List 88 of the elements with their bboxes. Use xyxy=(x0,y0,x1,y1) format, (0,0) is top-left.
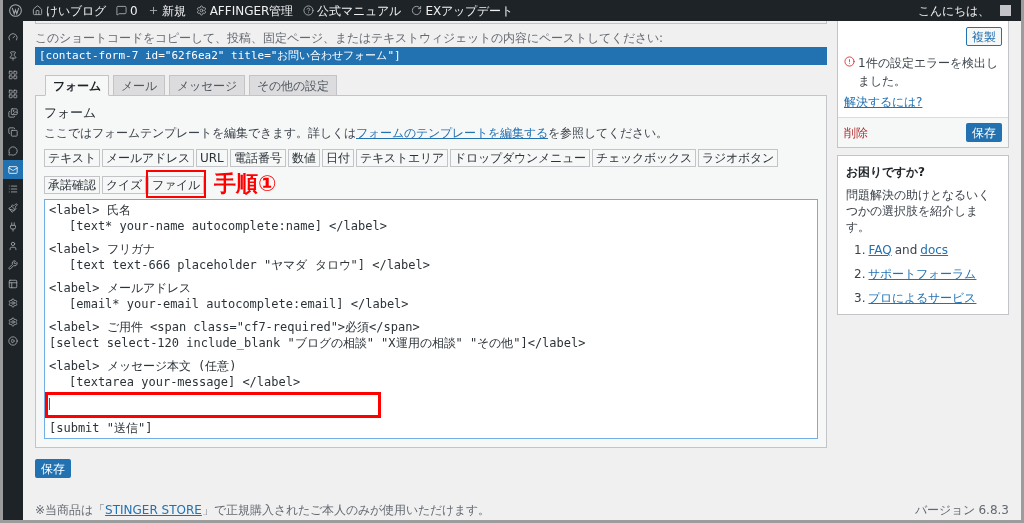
pages-icon xyxy=(8,126,18,137)
help-link[interactable]: サポートフォーラム xyxy=(868,265,977,283)
tag-button[interactable]: クイズ xyxy=(102,175,146,194)
grid-icon xyxy=(8,88,18,99)
refresh-icon xyxy=(411,5,423,16)
tab[interactable]: その他の設定 xyxy=(249,75,337,96)
tag-button[interactable]: ファイル xyxy=(148,175,204,194)
tag-button[interactable]: 電話番号 xyxy=(229,148,286,167)
footer-notice: ※当商品は「STINGER STORE」で正規購入されたご本人のみが使用いただけます。 xyxy=(35,502,490,519)
duplicate-button[interactable]: 複製 xyxy=(966,27,1002,46)
error-icon xyxy=(844,56,855,67)
brush-icon xyxy=(8,202,18,213)
code-line: [textarea your-message] </label> xyxy=(68,373,302,390)
code-line: <label> メッセージ本文 (任意) xyxy=(49,357,238,374)
help-link[interactable]: docs xyxy=(920,241,949,259)
panel-icon xyxy=(8,278,18,289)
delete-link[interactable]: 削除 xyxy=(844,123,868,142)
play-icon xyxy=(8,335,18,346)
save-button[interactable]: 保存 xyxy=(966,123,1002,142)
admin-bar-item[interactable]: 公式マニュアル xyxy=(303,1,402,20)
code-line: <label> メールアドレス xyxy=(49,279,192,296)
admin-bar-item[interactable]: けいブログ xyxy=(32,1,106,20)
list-number: 3. xyxy=(854,290,866,307)
version-text: バージョン 6.8.3 xyxy=(914,502,1009,519)
help-link-separator: and xyxy=(894,242,918,259)
code-line: <label> フリガナ xyxy=(49,240,156,257)
list-icon xyxy=(8,183,18,194)
comment-icon xyxy=(8,145,18,156)
admin-bar-item[interactable]: 新規 xyxy=(147,1,186,20)
resolve-link[interactable]: 解決するには? xyxy=(838,93,929,111)
form-heading: フォーム xyxy=(44,104,97,122)
grid-icon xyxy=(8,69,18,80)
code-line: [email* your-email autocomplete:email] </label> xyxy=(68,295,410,312)
gauge-icon xyxy=(8,31,18,42)
list-number: 1. xyxy=(854,242,866,259)
code-line: [text text-666 placeholder "ヤマダ タロウ"] </label> xyxy=(68,256,431,273)
sidebar-item[interactable] xyxy=(3,160,23,179)
greeting[interactable]: こんにちは、 xyxy=(918,1,990,20)
settings-icon xyxy=(8,297,18,308)
settings-icon xyxy=(8,316,18,327)
help-link[interactable]: プロによるサービス xyxy=(868,289,977,307)
tag-button[interactable]: ドロップダウンメニュー xyxy=(449,148,590,167)
code-line: <label> ご用件 <span class="cf7-required">必須</span> xyxy=(49,318,421,335)
code-line: [select select-120 include_blank "ブログの相談" "X運用の相談" "その他"]</label> xyxy=(49,334,587,351)
save-button[interactable]: 保存 xyxy=(35,459,71,478)
settings-icon xyxy=(195,5,207,16)
mail-icon xyxy=(8,164,18,175)
code-editor[interactable] xyxy=(44,198,818,439)
comment-icon xyxy=(116,5,127,16)
help-link[interactable]: FAQ xyxy=(868,241,892,259)
help-icon xyxy=(303,5,315,16)
plug-icon xyxy=(8,221,18,232)
form-description: ここではフォームテンプレートを編集できます。詳しくはフォームのテンプレートを編集するを参照してください。 xyxy=(44,125,668,140)
error-message: 1件の設定エラーを検出しました。 xyxy=(858,55,999,90)
images-icon xyxy=(8,107,18,118)
shortcode-field[interactable]: [contact-form-7 id="62f6ea2" title="お問い合わせフォーム"] xyxy=(35,47,827,65)
store-link[interactable]: STINGER STORE xyxy=(105,503,202,517)
tag-button[interactable]: 承諾確認 xyxy=(44,175,100,194)
help-title: お困りですか? xyxy=(846,164,926,181)
wrench-icon xyxy=(8,259,18,270)
tab[interactable]: メール xyxy=(113,75,165,96)
tag-button[interactable]: 数値 xyxy=(287,148,320,167)
code-line: [submit "送信"] xyxy=(49,419,154,436)
code-line: [text* your-name autocomplete:name] </label> xyxy=(68,217,388,234)
admin-bar-item[interactable]: EXアップデート xyxy=(411,1,514,20)
code-line: <label> 氏名 xyxy=(49,201,132,218)
tag-button[interactable]: メールアドレス xyxy=(102,148,194,167)
step-annotation: 手順① xyxy=(214,172,277,195)
text-cursor xyxy=(49,397,50,410)
wordpress-logo-icon[interactable] xyxy=(9,4,22,17)
list-number: 2. xyxy=(854,266,866,283)
admin-bar-item[interactable]: 0 xyxy=(116,1,138,20)
tag-button[interactable]: 日付 xyxy=(321,148,354,167)
tag-button[interactable]: テキスト xyxy=(44,148,100,167)
help-text: 問題解決の助けとなるいくつかの選択肢を紹介します。 xyxy=(846,187,991,235)
tag-button[interactable]: ラジオボタン xyxy=(697,148,778,167)
pin-icon xyxy=(8,50,18,61)
template-link[interactable]: フォームのテンプレートを編集する xyxy=(356,125,548,140)
admin-bar-item[interactable]: AFFINGER管理 xyxy=(195,1,294,20)
tab[interactable]: メッセージ xyxy=(169,75,245,96)
shortcode-instruction: このショートコードをコピーして、投稿、固定ページ、またはテキストウィジェットの内容にペーストしてください: xyxy=(35,30,665,47)
plus-icon xyxy=(147,5,159,16)
user-icon xyxy=(8,240,18,251)
tag-button[interactable]: URL xyxy=(196,148,228,167)
tab[interactable]: フォーム xyxy=(45,75,109,96)
home-icon xyxy=(32,5,43,16)
tag-button[interactable]: テキストエリア xyxy=(355,148,448,167)
tag-button[interactable]: チェックボックス xyxy=(591,148,696,167)
